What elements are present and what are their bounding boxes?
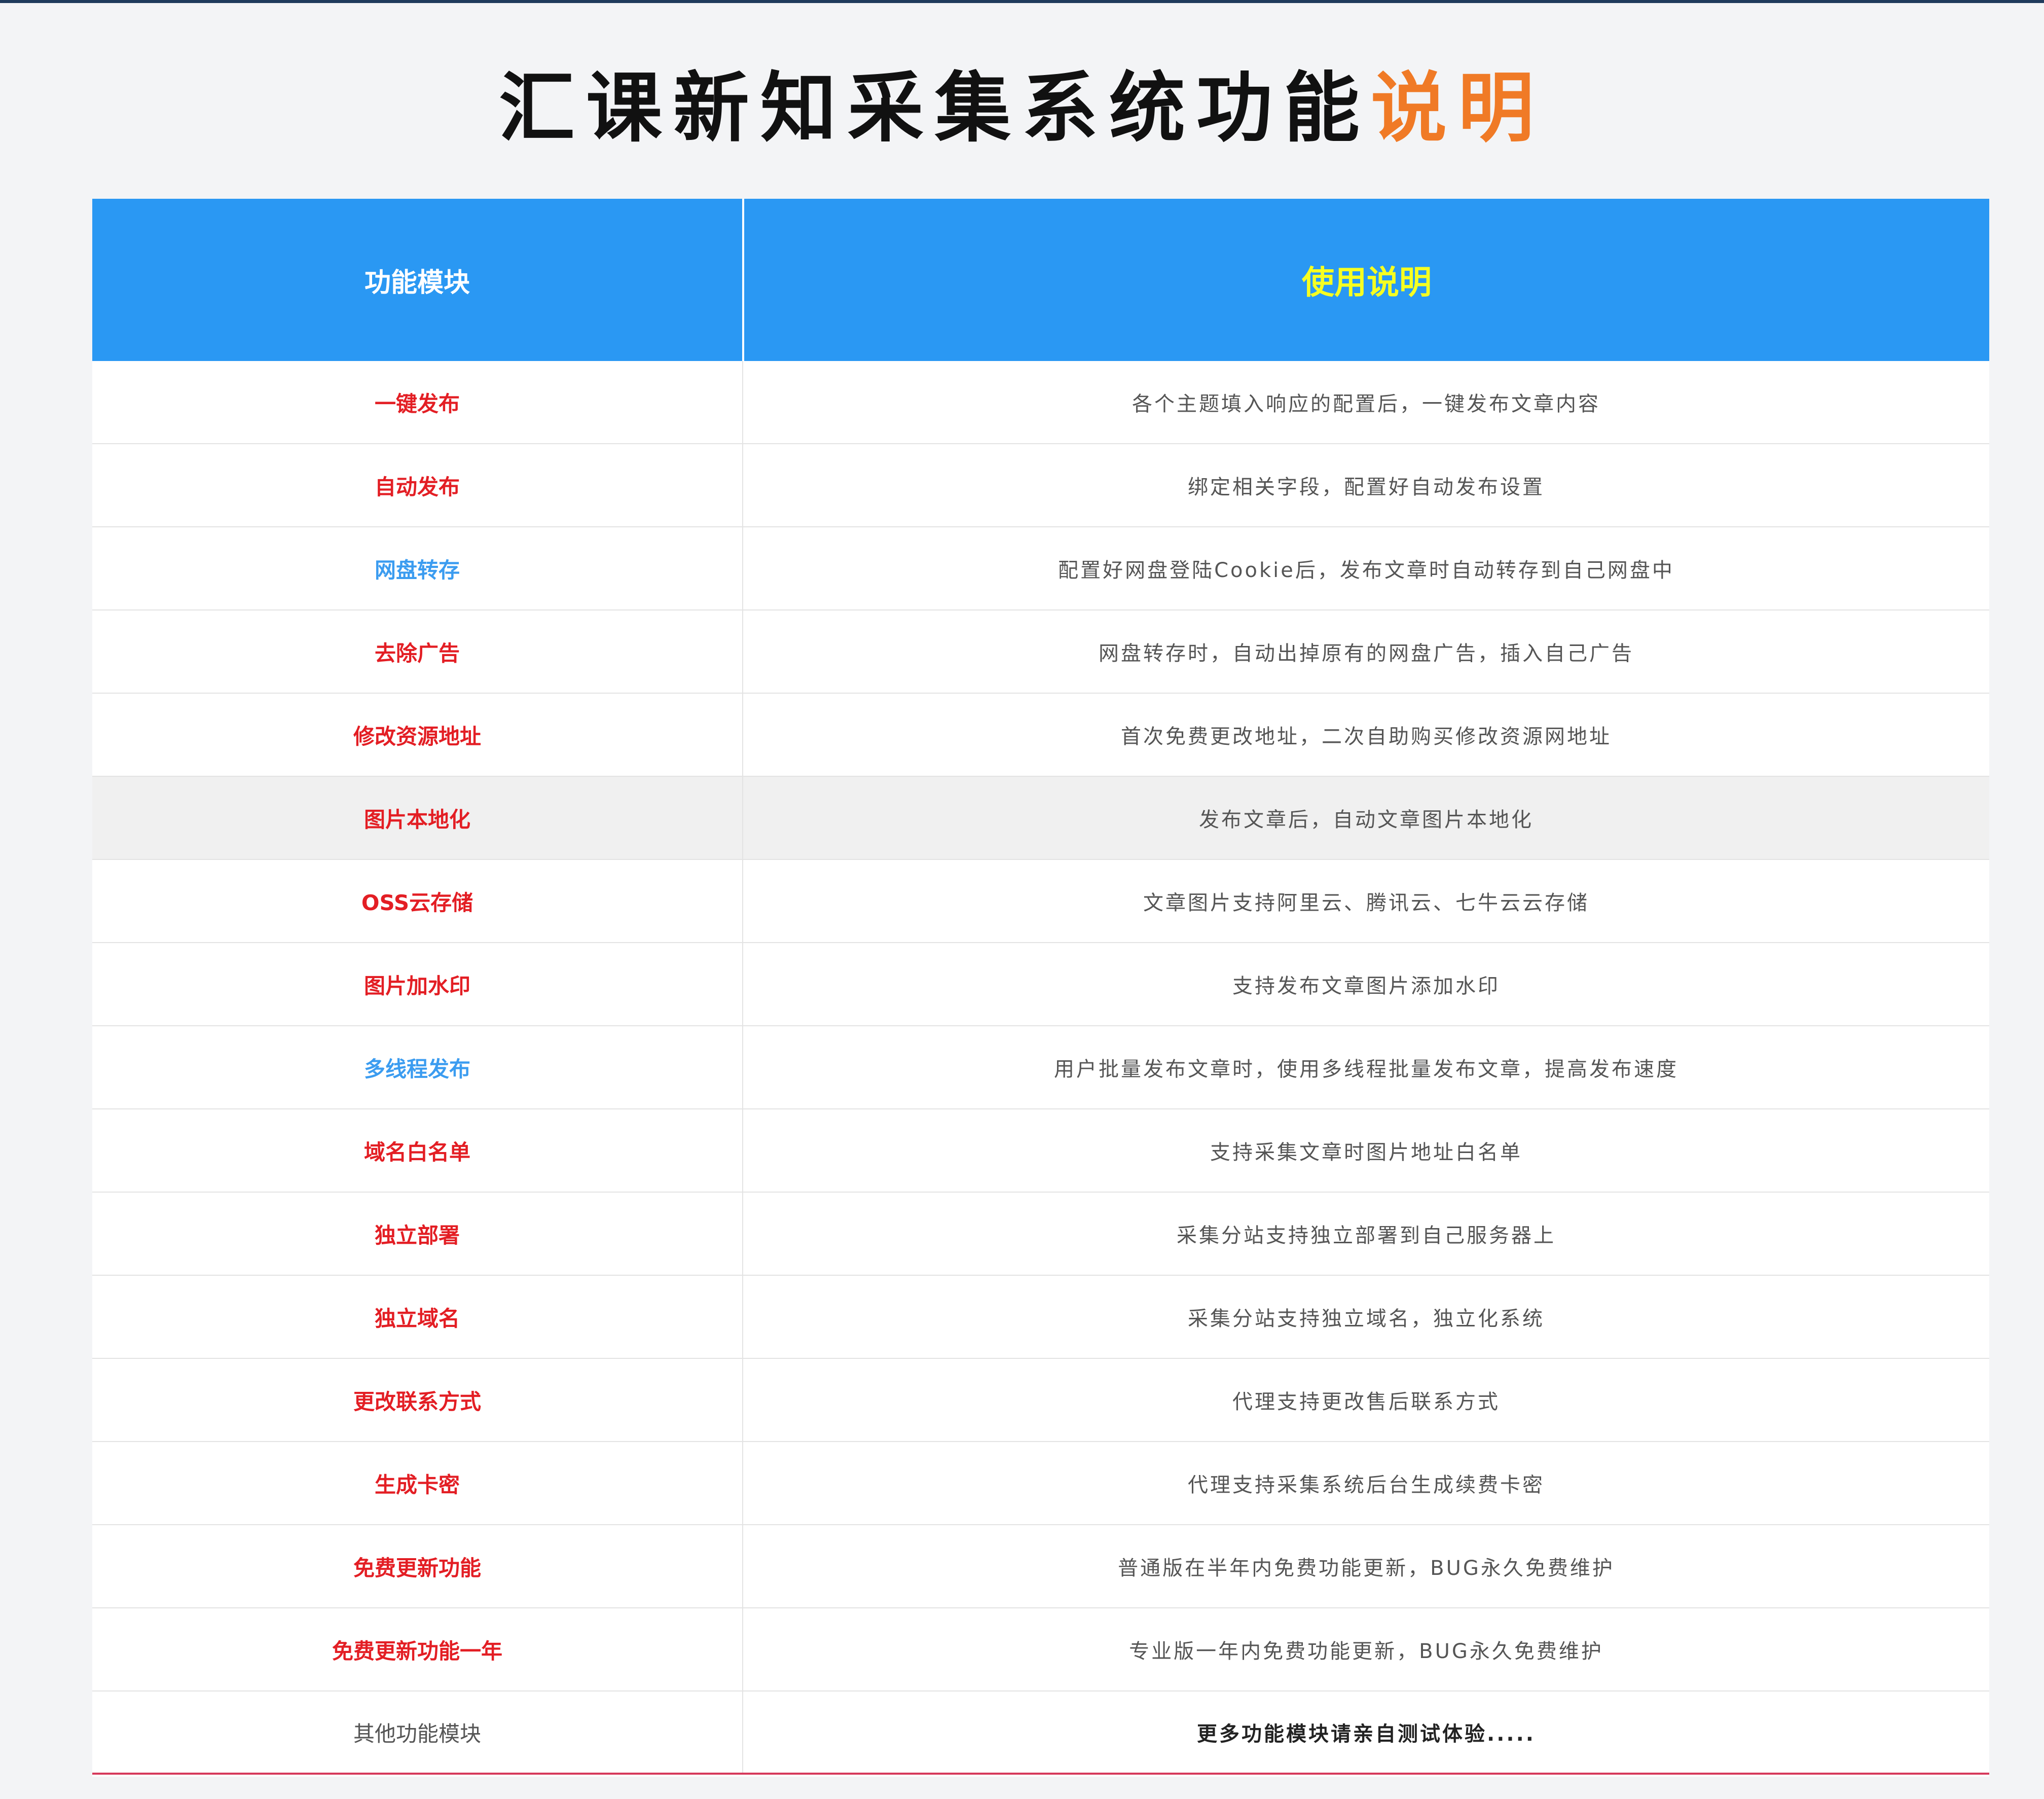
page-title-main: 汇课新知采集系统功能 (498, 63, 1371, 153)
table-row: 独立域名 采集分站支持独立域名，独立化系统 (92, 1276, 1989, 1359)
module-name-cell: OSS云存储 (92, 860, 743, 942)
table-row: 域名白名单 支持采集文章时图片地址白名单 (92, 1109, 1989, 1193)
table-body: 一键发布 各个主题填入响应的配置后，一键发布文章内容自动发布 绑定相关字段，配置好自… (92, 361, 1989, 1775)
module-name-cell: 修改资源地址 (92, 694, 743, 776)
module-description-cell: 代理支持更改售后联系方式 (1232, 1390, 1500, 1414)
module-description-cell: 支持发布文章图片添加水印 (1232, 975, 1500, 998)
table-row: 多线程发布 用户批量发布文章时，使用多线程批量发布文章，提高发布速度 (92, 1026, 1989, 1109)
module-name-cell: 网盘转存 (92, 527, 743, 609)
module-description-cell: 用户批量发布文章时，使用多线程批量发布文章，提高发布速度 (1054, 1058, 1678, 1081)
table-row: 图片加水印 支持发布文章图片添加水印 (92, 943, 1989, 1026)
module-description-cell: 各个主题填入响应的配置后，一键发布文章内容 (1132, 392, 1600, 416)
table-row: 免费更新功能 普通版在半年内免费功能更新，BUG永久免费维护 (92, 1525, 1989, 1608)
module-description-cell: 专业版一年内免费功能更新，BUG永久免费维护 (1129, 1640, 1603, 1663)
module-name-cell: 生成卡密 (92, 1442, 743, 1524)
module-name-cell: 图片加水印 (92, 943, 743, 1025)
page-title-accent: 说明 (1371, 63, 1546, 153)
module-description-cell: 采集分站支持独立部署到自己服务器上 (1177, 1224, 1556, 1247)
table-row: 独立部署 采集分站支持独立部署到自己服务器上 (92, 1193, 1989, 1276)
module-name-cell: 独立部署 (92, 1193, 743, 1275)
module-name-cell: 独立域名 (92, 1276, 743, 1358)
module-description-cell: 绑定相关字段，配置好自动发布设置 (1188, 476, 1545, 499)
feature-table: 功能模块 使用说明 一键发布 各个主题填入响应的配置后，一键发布文章内容自动发布 绑… (92, 199, 1989, 1777)
table-row: 其他功能模块 更多功能模块请亲自测试体验..... (92, 1692, 1989, 1775)
module-description-cell: 文章图片支持阿里云、腾讯云、七牛云云存储 (1143, 891, 1589, 915)
table-row: 去除广告 网盘转存时，自动出掉原有的网盘广告，插入自己广告 (92, 610, 1989, 694)
module-name-cell: 更改联系方式 (92, 1359, 743, 1441)
module-description-cell: 网盘转存时，自动出掉原有的网盘广告，插入自己广告 (1099, 642, 1634, 665)
table-row: 网盘转存 配置好网盘登陆Cookie后，发布文章时自动转存到自己网盘中 (92, 527, 1989, 610)
table-row: 更改联系方式 代理支持更改售后联系方式 (92, 1359, 1989, 1442)
module-description-cell: 首次免费更改地址，二次自助购买修改资源网地址 (1121, 725, 1612, 748)
module-description-cell: 支持采集文章时图片地址白名单 (1210, 1141, 1522, 1164)
table-row: OSS云存储 文章图片支持阿里云、腾讯云、七牛云云存储 (92, 860, 1989, 943)
module-description-cell: 代理支持采集系统后台生成续费卡密 (1188, 1473, 1545, 1497)
header-module-column: 功能模块 (92, 199, 744, 361)
module-name-cell: 其他功能模块 (92, 1692, 743, 1773)
table-row: 一键发布 各个主题填入响应的配置后，一键发布文章内容 (92, 361, 1989, 444)
page-title: 汇课新知采集系统功能 说明 (0, 56, 2044, 153)
header-description-column: 使用说明 (1302, 264, 1432, 302)
table-header-row: 功能模块 使用说明 (92, 199, 1989, 361)
table-row: 免费更新功能一年 专业版一年内免费功能更新，BUG永久免费维护 (92, 1608, 1989, 1692)
table-row: 生成卡密 代理支持采集系统后台生成续费卡密 (92, 1442, 1989, 1525)
module-name-cell: 免费更新功能 (92, 1525, 743, 1607)
module-name-cell: 域名白名单 (92, 1109, 743, 1192)
module-description-cell: 更多功能模块请亲自测试体验..... (1197, 1722, 1536, 1746)
module-description-cell: 采集分站支持独立域名，独立化系统 (1188, 1307, 1545, 1330)
table-row: 修改资源地址 首次免费更改地址，二次自助购买修改资源网地址 (92, 694, 1989, 777)
module-name-cell: 一键发布 (92, 361, 743, 443)
module-description-cell: 普通版在半年内免费功能更新，BUG永久免费维护 (1118, 1557, 1615, 1580)
module-name-cell: 多线程发布 (92, 1026, 743, 1108)
table-row: 图片本地化 发布文章后，自动文章图片本地化 (92, 777, 1989, 860)
module-description-cell: 发布文章后，自动文章图片本地化 (1199, 808, 1534, 832)
module-name-cell: 图片本地化 (92, 777, 743, 859)
table-row: 自动发布 绑定相关字段，配置好自动发布设置 (92, 444, 1989, 527)
top-border-line (0, 0, 2044, 3)
module-description-cell: 配置好网盘登陆Cookie后，发布文章时自动转存到自己网盘中 (1058, 559, 1674, 582)
module-name-cell: 免费更新功能一年 (92, 1608, 743, 1690)
module-name-cell: 去除广告 (92, 610, 743, 693)
module-name-cell: 自动发布 (92, 444, 743, 526)
